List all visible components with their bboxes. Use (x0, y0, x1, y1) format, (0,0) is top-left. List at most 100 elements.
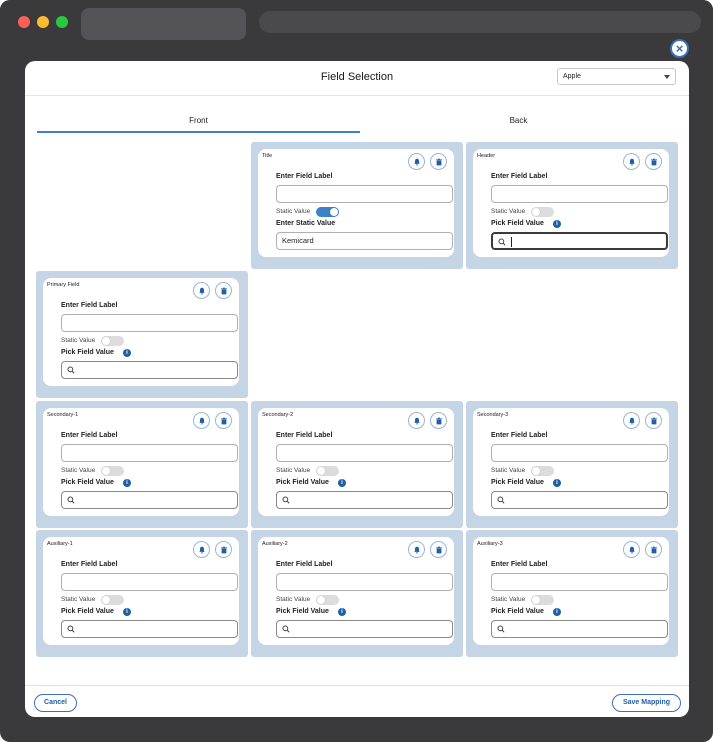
static-value-toggle[interactable] (101, 336, 124, 346)
field-label-input[interactable] (491, 444, 668, 462)
static-value-label: Static Value (61, 467, 96, 474)
field-label-input[interactable] (491, 185, 668, 203)
info-icon[interactable]: i (553, 479, 561, 487)
delete-button[interactable] (215, 541, 232, 558)
pick-field-value-label: Pick Field Value (276, 479, 329, 486)
card-title: Header (477, 153, 496, 159)
save-mapping-button[interactable]: Save Mapping (612, 694, 681, 712)
static-value-toggle[interactable] (101, 466, 124, 476)
close-modal-button[interactable]: × (670, 39, 689, 58)
delete-button[interactable] (645, 541, 662, 558)
static-value-label: Static Value (276, 596, 311, 603)
zoom-window-button[interactable] (56, 16, 68, 28)
delete-button[interactable] (645, 153, 662, 170)
minimize-window-button[interactable] (37, 16, 49, 28)
field-card: Secondary-1 Enter Field Label Static Value… (43, 408, 239, 516)
notify-button[interactable] (623, 412, 640, 429)
field-label-input[interactable] (276, 185, 453, 203)
field-panel-secondary3: Secondary-3 Enter Field Label Static Value… (466, 401, 678, 528)
info-icon[interactable]: i (338, 479, 346, 487)
static-value-toggle[interactable] (101, 595, 124, 605)
info-icon[interactable]: i (553, 608, 561, 616)
pick-field-search[interactable] (491, 232, 668, 250)
delete-button[interactable] (430, 541, 447, 558)
field-label-input[interactable] (61, 573, 238, 591)
delete-button[interactable] (645, 412, 662, 429)
bell-icon (628, 412, 636, 430)
bell-icon (198, 282, 206, 300)
field-selection-modal: Field Selection Apple Front Back Title En… (25, 61, 689, 717)
notify-button[interactable] (193, 541, 210, 558)
field-label-input[interactable] (276, 444, 453, 462)
tab-back[interactable]: Back (360, 112, 677, 131)
notify-button[interactable] (193, 412, 210, 429)
trash-icon (220, 412, 228, 430)
card-title: Primary Field (47, 282, 80, 288)
browser-tab[interactable] (81, 8, 246, 40)
info-icon[interactable]: i (553, 220, 561, 228)
pick-field-value-heading: Pick Field Value (491, 479, 544, 486)
tab-front[interactable]: Front (37, 112, 360, 133)
notify-button[interactable] (623, 153, 640, 170)
notify-button[interactable] (408, 541, 425, 558)
static-value-label: Static Value (491, 208, 526, 215)
pick-field-value-label: Pick Field Value (61, 608, 114, 615)
pick-field-search[interactable] (61, 620, 238, 638)
chevron-down-icon (664, 75, 670, 79)
pick-field-search[interactable] (491, 620, 668, 638)
delete-button[interactable] (430, 153, 447, 170)
static-value-label: Static Value (491, 467, 526, 474)
brand-select[interactable]: Apple (557, 68, 676, 85)
pick-field-search[interactable] (491, 491, 668, 509)
pick-field-search[interactable] (61, 361, 238, 379)
trash-icon (220, 282, 228, 300)
static-value-toggle[interactable] (316, 595, 339, 605)
field-label-heading: Enter Field Label (491, 432, 548, 439)
notify-button[interactable] (623, 541, 640, 558)
field-label-heading: Enter Field Label (491, 561, 548, 568)
close-window-button[interactable] (18, 16, 30, 28)
notify-button[interactable] (193, 282, 210, 299)
field-label-input[interactable] (491, 573, 668, 591)
static-value-label: Static Value (276, 208, 311, 215)
field-label-input[interactable] (276, 573, 453, 591)
field-panel-auxiliary2: Auxiliary-2 Enter Field Label Static Value… (251, 530, 463, 657)
delete-button[interactable] (215, 412, 232, 429)
field-label-heading: Enter Field Label (491, 173, 548, 180)
address-bar[interactable] (259, 11, 701, 33)
pick-field-search[interactable] (276, 491, 453, 509)
delete-button[interactable] (430, 412, 447, 429)
info-icon[interactable]: i (123, 479, 131, 487)
notify-button[interactable] (408, 153, 425, 170)
notify-button[interactable] (408, 412, 425, 429)
close-icon: × (675, 41, 684, 56)
pick-field-value-heading: Pick Field Value (491, 220, 544, 227)
static-value-toggle[interactable] (531, 466, 554, 476)
static-value-toggle[interactable] (316, 207, 339, 217)
card-title: Secondary-3 (477, 412, 509, 418)
pick-field-value-heading: Pick Field Value (61, 349, 114, 356)
static-value-input[interactable]: Kemicard (276, 232, 453, 250)
pick-field-search[interactable] (276, 620, 453, 638)
field-card: Auxiliary-1 Enter Field Label Static Value… (43, 537, 239, 645)
info-icon[interactable]: i (123, 349, 131, 357)
info-icon[interactable]: i (123, 608, 131, 616)
bell-icon (413, 412, 421, 430)
bell-icon (628, 153, 636, 171)
static-value-toggle[interactable] (531, 207, 554, 217)
delete-button[interactable] (215, 282, 232, 299)
field-label-heading: Enter Field Label (276, 432, 333, 439)
trash-icon (220, 541, 228, 559)
field-label-input[interactable] (61, 314, 238, 332)
card-title: Auxiliary-2 (262, 541, 288, 547)
pick-field-value-heading: Pick Field Value (61, 608, 114, 615)
pick-field-search[interactable] (61, 491, 238, 509)
static-value-toggle[interactable] (531, 595, 554, 605)
info-icon[interactable]: i (338, 608, 346, 616)
field-label-input[interactable] (61, 444, 238, 462)
static-value-toggle[interactable] (316, 466, 339, 476)
brand-select-value: Apple (563, 73, 581, 80)
cancel-button[interactable]: Cancel (34, 694, 77, 712)
static-value-heading: Enter Static Value (276, 220, 336, 227)
modal-footer: Cancel Save Mapping (25, 685, 689, 717)
